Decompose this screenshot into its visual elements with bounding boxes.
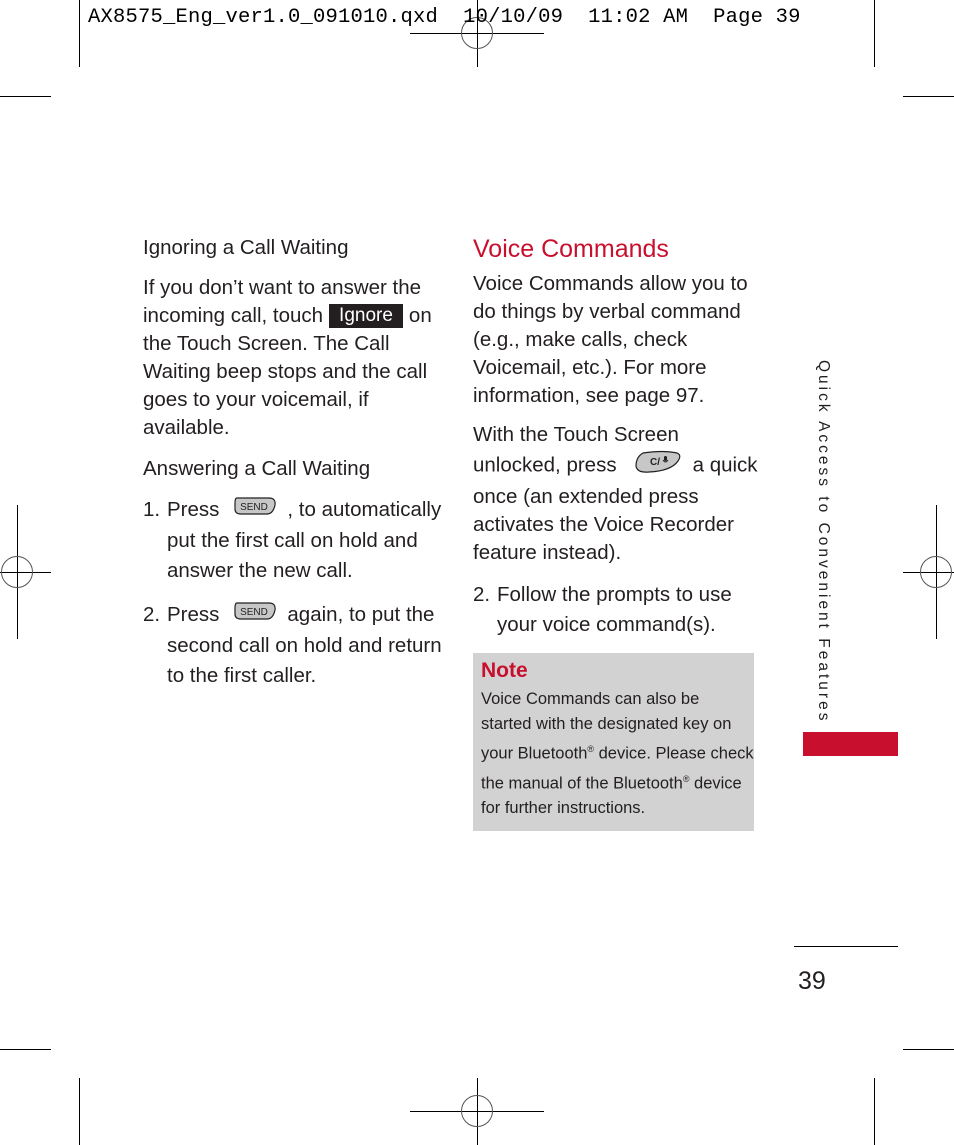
send-key-label: SEND <box>241 502 269 513</box>
slug-time: 11:02 AM <box>588 6 689 29</box>
ignoring-heading: Ignoring a Call Waiting <box>143 236 349 259</box>
slug-date: 10/10/09 <box>463 6 564 29</box>
page-number-rule <box>794 946 898 947</box>
ignore-button: Ignore <box>329 304 403 328</box>
note-box: Note Voice Commands can also be started … <box>473 653 754 831</box>
note-body: Voice Commands can also be started with … <box>481 687 754 821</box>
crop-mark <box>874 1078 875 1145</box>
answering-steps: 1. Press SEND, to automatically put the f… <box>143 495 443 691</box>
crop-mark <box>874 0 875 67</box>
section-accent-bar <box>803 732 898 756</box>
step-text: Follow the prompts to use your voice com… <box>497 583 732 636</box>
crop-mark <box>0 1049 51 1050</box>
crop-mark <box>79 0 80 67</box>
page-number: 39 <box>798 967 826 995</box>
slug-page: Page 39 <box>713 6 801 29</box>
right-column: Voice Commands Voice Commands allow you … <box>473 234 763 831</box>
print-slug: AX8575_Eng_ver1.0_091010.qxd 10/10/09 11… <box>88 6 801 29</box>
left-column: Ignoring a Call Waiting If you don’t wan… <box>143 234 443 691</box>
step-number: 2. <box>143 603 161 627</box>
send-key-label: SEND <box>241 607 269 618</box>
registration-circle <box>1 556 33 588</box>
voice-step-1: With the Touch Screen unlocked, press C/a… <box>473 421 763 567</box>
step-number: 2. <box>473 583 491 606</box>
ignoring-paragraph: If you don’t want to answer the incoming… <box>143 274 443 442</box>
voice-commands-heading: Voice Commands <box>473 235 669 263</box>
send-key-icon: SEND <box>233 495 277 526</box>
step-item: 2. Follow the prompts to use your voice … <box>473 580 763 640</box>
step-text: Press <box>167 603 220 627</box>
section-side-tab: Quick Access to Convenient Features <box>806 360 832 724</box>
crop-mark <box>79 1078 80 1145</box>
voice-intro: Voice Commands allow you to do things by… <box>473 272 748 407</box>
crop-mark <box>903 1049 954 1050</box>
clear-key-label: C/ <box>650 457 660 468</box>
voice-steps: 2. Follow the prompts to use your voice … <box>473 580 763 640</box>
crop-mark <box>903 96 954 97</box>
step-item: 1. Press SEND, to automatically put the f… <box>143 495 443 586</box>
slug-filename: AX8575_Eng_ver1.0_091010.qxd <box>88 6 439 29</box>
registration-circle <box>920 556 952 588</box>
step-item: 2. Press SEND again, to put the second cal… <box>143 600 443 691</box>
clear-voice-key-icon: C/ <box>633 449 683 483</box>
section-side-label: Quick Access to Convenient Features <box>815 360 832 724</box>
step-number: 1. <box>143 498 161 521</box>
note-title: Note <box>481 659 528 682</box>
crop-mark <box>0 96 51 97</box>
send-key-icon: SEND <box>233 600 277 631</box>
answering-heading: Answering a Call Waiting <box>143 457 371 480</box>
step-text: Press <box>167 498 220 521</box>
registration-circle <box>461 1095 493 1127</box>
